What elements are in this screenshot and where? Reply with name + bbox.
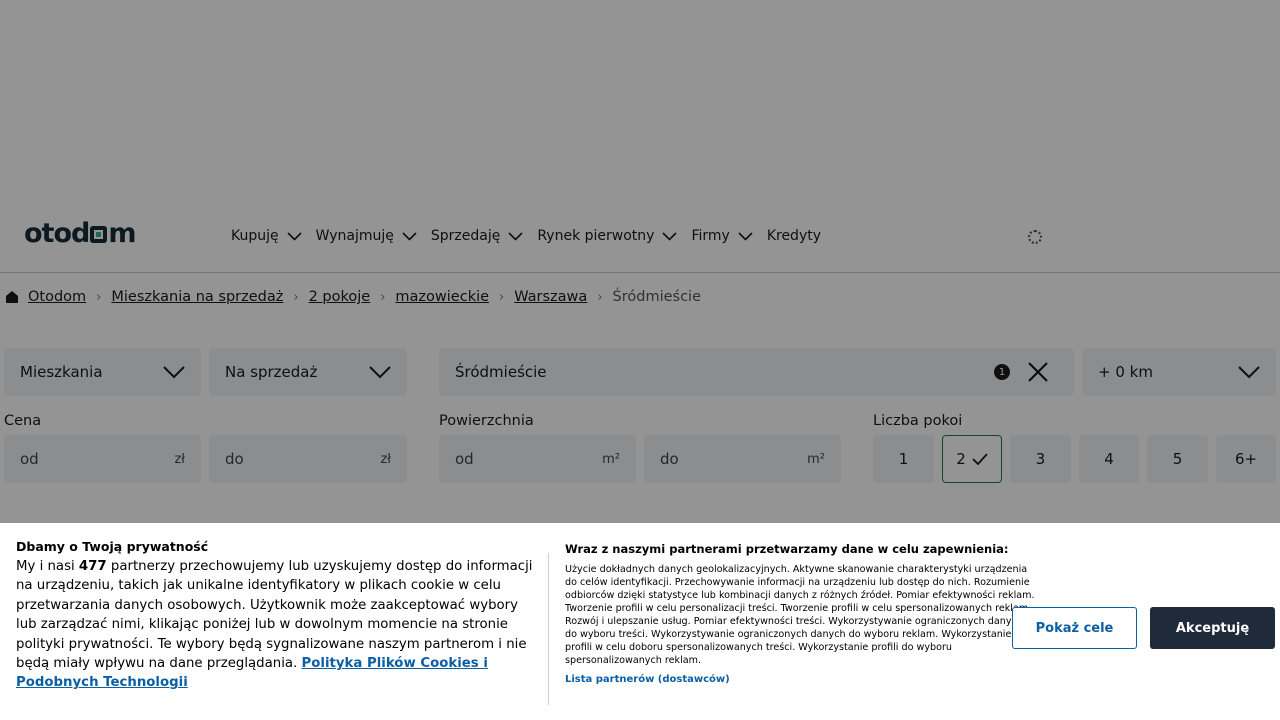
divider [548, 553, 549, 705]
page: otod m Kupuję Wynajmuję Sprzedaję Rynek p… [0, 0, 1280, 720]
partners-list-link[interactable]: Lista partnerów (dostawców) [565, 674, 730, 685]
show-purposes-button[interactable]: Pokaż cele [1012, 607, 1137, 649]
cookie-consent-banner: Dbamy o Twoją prywatność My i nasi 477 p… [0, 523, 1280, 720]
purposes-text: Użycie dokładnych danych geolokalizacyjn… [565, 564, 1035, 666]
accept-button[interactable]: Akceptuję [1150, 607, 1275, 649]
cookie-title: Dbamy o Twoją prywatność [16, 539, 209, 554]
cookie-intro: Dbamy o Twoją prywatność My i nasi 477 p… [16, 539, 536, 693]
cookie-text-part: My i nasi [16, 559, 79, 574]
partner-count: 477 [78, 559, 107, 574]
cookie-text-part: partnerzy przechowujemy lub uzyskujemy d… [16, 559, 533, 672]
cookie-purposes-section: Wraz z naszymi partnerami przetwarzamy d… [565, 542, 1035, 686]
purposes-title: Wraz z naszymi partnerami przetwarzamy d… [565, 542, 1009, 556]
cookie-text: My i nasi 477 partnerzy przechowujemy lu… [16, 557, 536, 693]
